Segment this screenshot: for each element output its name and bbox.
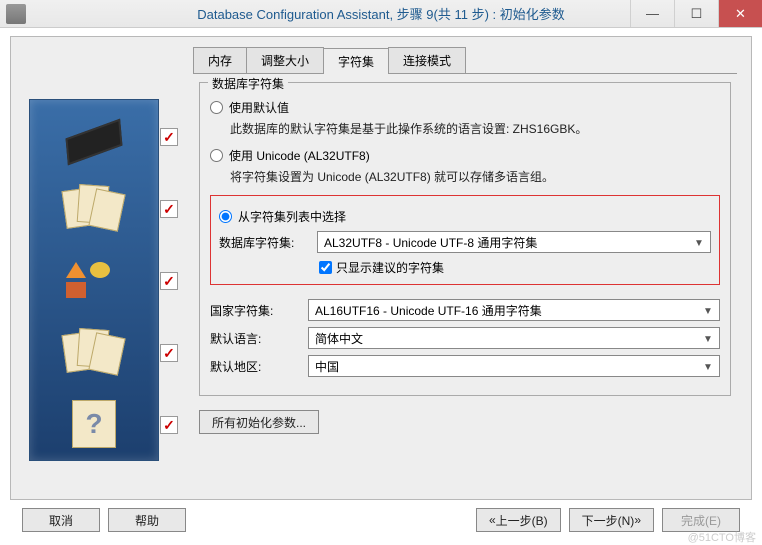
tab-memory[interactable]: 内存 (193, 47, 247, 73)
sidebar-step-4: ✓ (30, 316, 158, 388)
all-params-button[interactable]: 所有初始化参数... (199, 410, 319, 434)
db-charset-label: 数据库字符集: (219, 234, 317, 251)
content: ✓ ✓ ✓ ✓ ? ✓ 内存 调整大小 字 (0, 28, 762, 538)
tab-sizing[interactable]: 调整大小 (246, 47, 324, 73)
db-charset-value: AL32UTF8 - Unicode UTF-8 通用字符集 (324, 234, 537, 251)
chevron-down-icon: ▼ (701, 332, 715, 346)
main-frame: ✓ ✓ ✓ ✓ ? ✓ 内存 调整大小 字 (10, 36, 752, 500)
radio-select-label: 从字符集列表中选择 (238, 208, 346, 225)
sidebar-step-3: ✓ (30, 244, 158, 316)
chevron-down-icon: ▼ (692, 236, 706, 250)
region-dropdown[interactable]: 中国 ▼ (308, 355, 720, 377)
region-label: 默认地区: (210, 358, 308, 375)
radio-select-input[interactable] (219, 210, 232, 223)
check-icon: ✓ (160, 272, 178, 290)
default-desc: 此数据库的默认字符集是基于此操作系统的语言设置: ZHS16GBK。 (230, 120, 720, 137)
radio-unicode[interactable]: 使用 Unicode (AL32UTF8) (210, 147, 720, 164)
titlebar: Database Configuration Assistant, 步骤 9(共… (0, 0, 762, 28)
watermark: @51CTO博客 (688, 529, 756, 545)
radio-default[interactable]: 使用默认值 (210, 99, 720, 116)
unicode-desc: 将字符集设置为 Unicode (AL32UTF8) 就可以存储多语言组。 (230, 168, 720, 185)
tab-body: 数据库字符集 使用默认值 此数据库的默认字符集是基于此操作系统的语言设置: ZH… (193, 74, 737, 442)
region-value: 中国 (315, 358, 339, 375)
only-recommended-label: 只显示建议的字符集 (336, 259, 444, 276)
all-params-row: 所有初始化参数... (199, 410, 731, 434)
region-row: 默认地区: 中国 ▼ (210, 355, 720, 377)
check-icon: ✓ (160, 200, 178, 218)
national-charset-dropdown[interactable]: AL16UTF16 - Unicode UTF-16 通用字符集 ▼ (308, 299, 720, 321)
tabs-area: 内存 调整大小 字符集 连接模式 数据库字符集 使用默认值 此数据库的默认字符集… (193, 47, 737, 442)
sidebar-step-1: ✓ (30, 100, 158, 172)
national-charset-row: 国家字符集: AL16UTF16 - Unicode UTF-16 通用字符集 … (210, 299, 720, 321)
wizard-sidebar: ✓ ✓ ✓ ✓ ? ✓ (29, 99, 159, 461)
check-icon: ✓ (160, 344, 178, 362)
radio-unicode-label: 使用 Unicode (AL32UTF8) (229, 147, 370, 164)
only-recommended-row[interactable]: 只显示建议的字符集 (319, 259, 711, 276)
lang-dropdown[interactable]: 简体中文 ▼ (308, 327, 720, 349)
radio-default-label: 使用默认值 (229, 99, 289, 116)
db-charset-dropdown[interactable]: AL32UTF8 - Unicode UTF-8 通用字符集 ▼ (317, 231, 711, 253)
fieldset-legend: 数据库字符集 (208, 75, 288, 92)
chip-icon (66, 119, 123, 166)
sidebar-step-5: ? ✓ (30, 388, 158, 460)
national-charset-label: 国家字符集: (210, 302, 308, 319)
window-title: Database Configuration Assistant, 步骤 9(共… (0, 4, 762, 23)
db-charset-row: 数据库字符集: AL32UTF8 - Unicode UTF-8 通用字符集 ▼ (219, 231, 711, 253)
lang-row: 默认语言: 简体中文 ▼ (210, 327, 720, 349)
tab-charset[interactable]: 字符集 (323, 48, 389, 74)
documents-icon (64, 329, 124, 375)
chevron-down-icon: ▼ (701, 360, 715, 374)
radio-default-input[interactable] (210, 101, 223, 114)
sidebar-step-2: ✓ (30, 172, 158, 244)
charset-fieldset: 数据库字符集 使用默认值 此数据库的默认字符集是基于此操作系统的语言设置: ZH… (199, 82, 731, 396)
chevron-down-icon: ▼ (701, 304, 715, 318)
next-label: 下一步(N) (582, 512, 635, 529)
check-icon: ✓ (160, 416, 178, 434)
cancel-button[interactable]: 取消 (22, 508, 100, 532)
tab-row: 内存 调整大小 字符集 连接模式 (193, 47, 737, 74)
back-button[interactable]: « 上一步(B) (476, 508, 561, 532)
only-recommended-checkbox[interactable] (319, 261, 332, 274)
radio-select[interactable]: 从字符集列表中选择 (219, 208, 711, 225)
tab-connection[interactable]: 连接模式 (388, 47, 466, 73)
radio-unicode-input[interactable] (210, 149, 223, 162)
back-label: 上一步(B) (496, 512, 548, 529)
question-icon: ? (72, 400, 116, 448)
help-button[interactable]: 帮助 (108, 508, 186, 532)
national-charset-value: AL16UTF16 - Unicode UTF-16 通用字符集 (315, 302, 542, 319)
check-icon: ✓ (160, 128, 178, 146)
documents-icon (64, 185, 124, 231)
lang-label: 默认语言: (210, 330, 308, 347)
footer: 取消 帮助 « 上一步(B) 下一步(N) » 完成(E) (10, 500, 752, 532)
shapes-icon (64, 260, 124, 300)
next-button[interactable]: 下一步(N) » (569, 508, 654, 532)
selected-charset-box: 从字符集列表中选择 数据库字符集: AL32UTF8 - Unicode UTF… (210, 195, 720, 285)
lang-value: 简体中文 (315, 330, 363, 347)
lower-rows: 国家字符集: AL16UTF16 - Unicode UTF-16 通用字符集 … (210, 299, 720, 377)
